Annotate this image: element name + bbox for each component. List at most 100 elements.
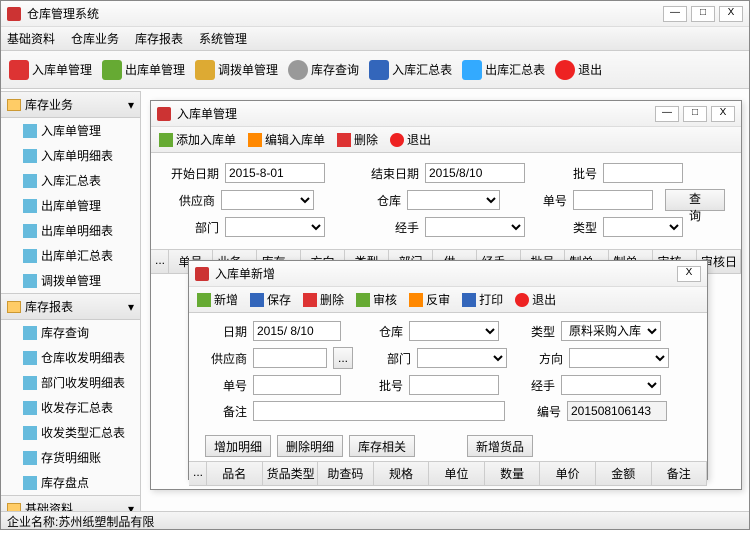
- column-header[interactable]: 助查码: [318, 462, 374, 485]
- lookup-button[interactable]: ...: [333, 347, 353, 369]
- exit-button[interactable]: 退出: [515, 291, 556, 308]
- sidebar-item[interactable]: 入库单明细表: [1, 143, 140, 168]
- warehouse-select[interactable]: [409, 321, 499, 341]
- column-header[interactable]: 规格: [374, 462, 430, 485]
- new-product-button[interactable]: 新增货品: [467, 435, 533, 457]
- exit-button[interactable]: 退出: [390, 131, 431, 148]
- sidebar-item[interactable]: 库存盘点: [1, 470, 140, 495]
- tb-inbound[interactable]: 入库单管理: [9, 60, 92, 80]
- row-selector[interactable]: ...: [151, 250, 169, 273]
- column-header[interactable]: 数量: [485, 462, 541, 485]
- sidebar-item[interactable]: 部门收发明细表: [1, 370, 140, 395]
- tb-inbound-sum[interactable]: 入库汇总表: [369, 60, 452, 80]
- sidebar-item[interactable]: 库存查询: [1, 320, 140, 345]
- minimize-button[interactable]: —: [655, 106, 679, 122]
- delete-button[interactable]: 删除: [337, 131, 378, 148]
- direction-select[interactable]: [569, 348, 669, 368]
- batch-input[interactable]: [409, 375, 499, 395]
- stock-related-button[interactable]: 库存相关: [349, 435, 415, 457]
- new-button[interactable]: 新增: [197, 291, 238, 308]
- filter-area: 开始日期 结束日期 批号 供应商 仓库 单号 查询 部门 经手 类型: [151, 153, 741, 249]
- print-button[interactable]: 打印: [462, 291, 503, 308]
- item-icon: [23, 451, 37, 465]
- type-select[interactable]: 原料采购入库: [561, 321, 661, 341]
- delete-button[interactable]: 删除: [303, 291, 344, 308]
- save-button[interactable]: 保存: [250, 291, 291, 308]
- maximize-button[interactable]: □: [691, 6, 715, 22]
- doc-icon: [102, 60, 122, 80]
- sidebar-item[interactable]: 收发类型汇总表: [1, 420, 140, 445]
- end-date-input[interactable]: [425, 163, 525, 183]
- grid-icon: [462, 60, 482, 80]
- sidebar-item[interactable]: 调拨单管理: [1, 268, 140, 293]
- date-input[interactable]: [253, 321, 341, 341]
- add-detail-button[interactable]: 增加明细: [205, 435, 271, 457]
- sidebar-item[interactable]: 收发存汇总表: [1, 395, 140, 420]
- app-icon: [7, 7, 21, 21]
- audit-button[interactable]: 审核: [356, 291, 397, 308]
- maximize-button[interactable]: □: [683, 106, 707, 122]
- minimize-button[interactable]: —: [663, 6, 687, 22]
- column-header[interactable]: 单价: [540, 462, 596, 485]
- warehouse-select[interactable]: [407, 190, 500, 210]
- column-header[interactable]: 单位: [429, 462, 485, 485]
- batch-input[interactable]: [603, 163, 683, 183]
- sidebar-item[interactable]: 入库单管理: [1, 118, 140, 143]
- tb-stock-query[interactable]: 库存查询: [288, 60, 359, 80]
- menu-item[interactable]: 仓库业务: [71, 30, 119, 47]
- docno-input[interactable]: [253, 375, 341, 395]
- sidebar-item[interactable]: 出库单管理: [1, 193, 140, 218]
- close-button[interactable]: X: [711, 106, 735, 122]
- menu-item[interactable]: 系统管理: [199, 30, 247, 47]
- undo-icon: [409, 293, 423, 307]
- menu-item[interactable]: 基础资料: [7, 30, 55, 47]
- query-button[interactable]: 查询: [665, 189, 725, 211]
- supplier-input[interactable]: [253, 348, 327, 368]
- child2-title: 入库单新增: [215, 265, 677, 282]
- handler-select[interactable]: [425, 217, 525, 237]
- handler-select[interactable]: [561, 375, 661, 395]
- start-date-input[interactable]: [225, 163, 325, 183]
- close-button[interactable]: X: [677, 266, 701, 282]
- close-icon: [515, 293, 529, 307]
- del-detail-button[interactable]: 删除明细: [277, 435, 343, 457]
- sidebar-item[interactable]: 仓库收发明细表: [1, 345, 140, 370]
- sidebar-item[interactable]: 入库汇总表: [1, 168, 140, 193]
- close-button[interactable]: X: [719, 6, 743, 22]
- docno-input[interactable]: [573, 190, 653, 210]
- column-header[interactable]: 金额: [596, 462, 652, 485]
- column-header[interactable]: 货品类型: [263, 462, 319, 485]
- plus-icon: [159, 133, 173, 147]
- column-header[interactable]: 备注: [652, 462, 708, 485]
- delete-icon: [303, 293, 317, 307]
- add-button[interactable]: 添加入库单: [159, 131, 236, 148]
- close-icon: [390, 133, 404, 147]
- sidebar-item[interactable]: 存货明细账: [1, 445, 140, 470]
- menu-item[interactable]: 库存报表: [135, 30, 183, 47]
- tb-exit[interactable]: 退出: [555, 60, 602, 80]
- main-menubar: 基础资料 仓库业务 库存报表 系统管理: [1, 27, 749, 51]
- check-icon: [356, 293, 370, 307]
- item-icon: [23, 476, 37, 490]
- panel-header[interactable]: 库存报表▾: [1, 293, 140, 320]
- tb-outbound-sum[interactable]: 出库汇总表: [462, 60, 545, 80]
- panel-header[interactable]: 库存业务▾: [1, 91, 140, 118]
- tb-transfer[interactable]: 调拨单管理: [195, 60, 278, 80]
- remark-input[interactable]: [253, 401, 505, 421]
- supplier-select[interactable]: [221, 190, 314, 210]
- child2-toolbar: 新增 保存 删除 审核 反审 打印 退出: [189, 287, 707, 313]
- row-selector[interactable]: ...: [189, 462, 207, 485]
- item-icon: [23, 149, 37, 163]
- item-icon: [23, 224, 37, 238]
- dept-select[interactable]: [225, 217, 325, 237]
- column-header[interactable]: 品名: [207, 462, 263, 485]
- edit-button[interactable]: 编辑入库单: [248, 131, 325, 148]
- panel-header[interactable]: 基础资料▾: [1, 495, 140, 511]
- sidebar-item[interactable]: 出库单汇总表: [1, 243, 140, 268]
- type-select[interactable]: [603, 217, 683, 237]
- unaudit-button[interactable]: 反审: [409, 291, 450, 308]
- sidebar-item[interactable]: 出库单明细表: [1, 218, 140, 243]
- dept-select[interactable]: [417, 348, 507, 368]
- tb-outbound[interactable]: 出库单管理: [102, 60, 185, 80]
- form-area: 日期 仓库 类型原料采购入库 供应商... 部门 方向 单号 批号 经手 备注 …: [189, 313, 707, 431]
